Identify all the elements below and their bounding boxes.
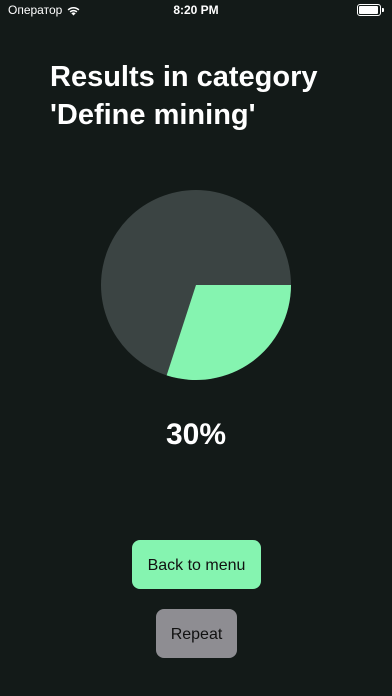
back-to-menu-button[interactable]: Back to menu [132,540,261,589]
page-title: Results in category 'Define mining' [50,61,318,131]
result-pie-chart [101,190,291,380]
status-bar: Оператор 8:20 PM [0,0,392,22]
status-time: 8:20 PM [173,3,219,17]
battery-icon [357,4,384,16]
result-percentage: 30% [165,418,227,451]
repeat-button[interactable]: Repeat [156,609,237,658]
